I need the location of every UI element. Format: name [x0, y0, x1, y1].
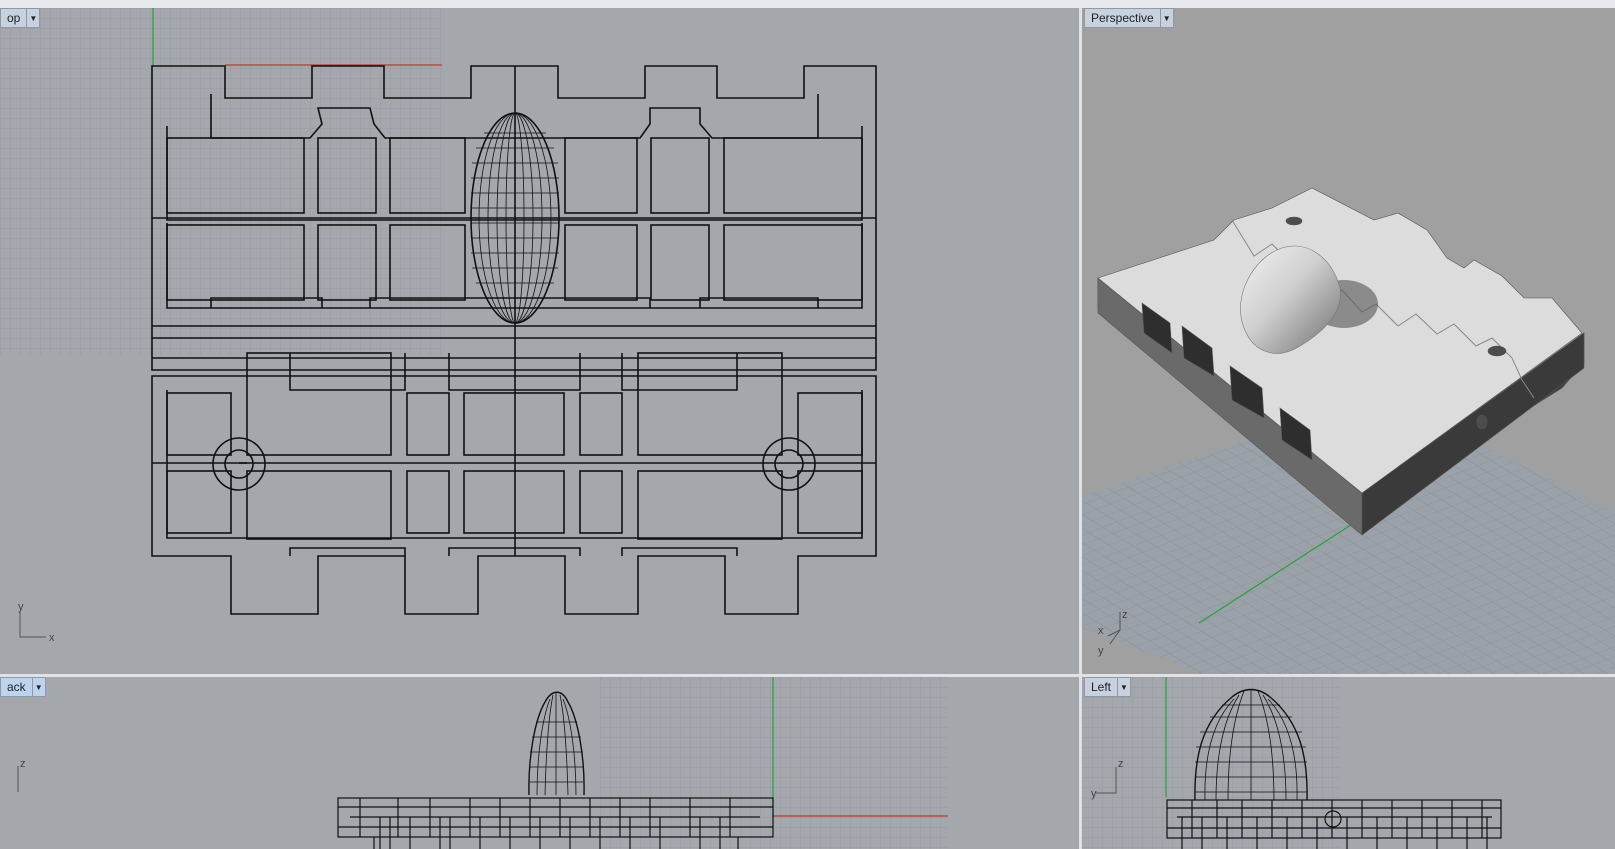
viewport-tab-left[interactable]: Left ▼ — [1084, 677, 1132, 697]
viewport-label[interactable]: Left — [1085, 678, 1117, 696]
viewport-tab-back[interactable]: ack ▼ — [0, 677, 46, 697]
egg-wireframe-back — [528, 691, 585, 796]
world-axis-icon: y x — [18, 601, 55, 644]
alignment-hole-right — [762, 437, 816, 491]
viewport-splitter-vertical[interactable] — [1079, 8, 1082, 849]
viewport-label[interactable]: ack — [1, 678, 32, 696]
title-strip — [0, 0, 1615, 8]
perspective-view-canvas[interactable]: z x y — [1082, 8, 1615, 674]
viewport-tab-top[interactable]: op ▼ — [0, 8, 41, 28]
viewport-label[interactable]: op — [1, 9, 26, 27]
back-view-canvas[interactable]: z — [0, 677, 1079, 849]
axis-z-label: z — [20, 758, 26, 770]
axis-z-label: z — [1118, 758, 1124, 770]
axis-y-label: y — [18, 601, 24, 613]
viewport-back[interactable]: z ack ▼ — [0, 677, 1079, 849]
axis-x-label: x — [49, 632, 55, 644]
chevron-down-icon[interactable]: ▼ — [31, 678, 45, 696]
viewport-left[interactable]: z y Left ▼ — [1082, 677, 1615, 849]
chevron-down-icon[interactable]: ▼ — [1117, 678, 1130, 696]
viewport-top[interactable]: y x op ▼ — [0, 8, 1079, 674]
axis-y-label: y — [1098, 645, 1104, 657]
chevron-down-icon[interactable]: ▼ — [1159, 9, 1173, 27]
alignment-hole-left — [212, 437, 266, 491]
axis-x-label: x — [1098, 625, 1104, 637]
world-axis-icon: z — [17, 758, 26, 792]
left-view-canvas[interactable]: z y — [1082, 677, 1615, 849]
viewport-perspective[interactable]: z x y Perspective ▼ — [1082, 8, 1615, 674]
viewport-splitter-horizontal[interactable] — [0, 674, 1615, 677]
top-view-canvas[interactable]: y x — [0, 8, 1079, 674]
chevron-down-icon[interactable]: ▼ — [26, 9, 39, 27]
viewport-label[interactable]: Perspective — [1085, 9, 1160, 27]
viewport-tab-perspective[interactable]: Perspective ▼ — [1084, 8, 1174, 28]
axis-z-label: z — [1122, 609, 1128, 621]
axis-y-label: y — [1091, 788, 1097, 800]
